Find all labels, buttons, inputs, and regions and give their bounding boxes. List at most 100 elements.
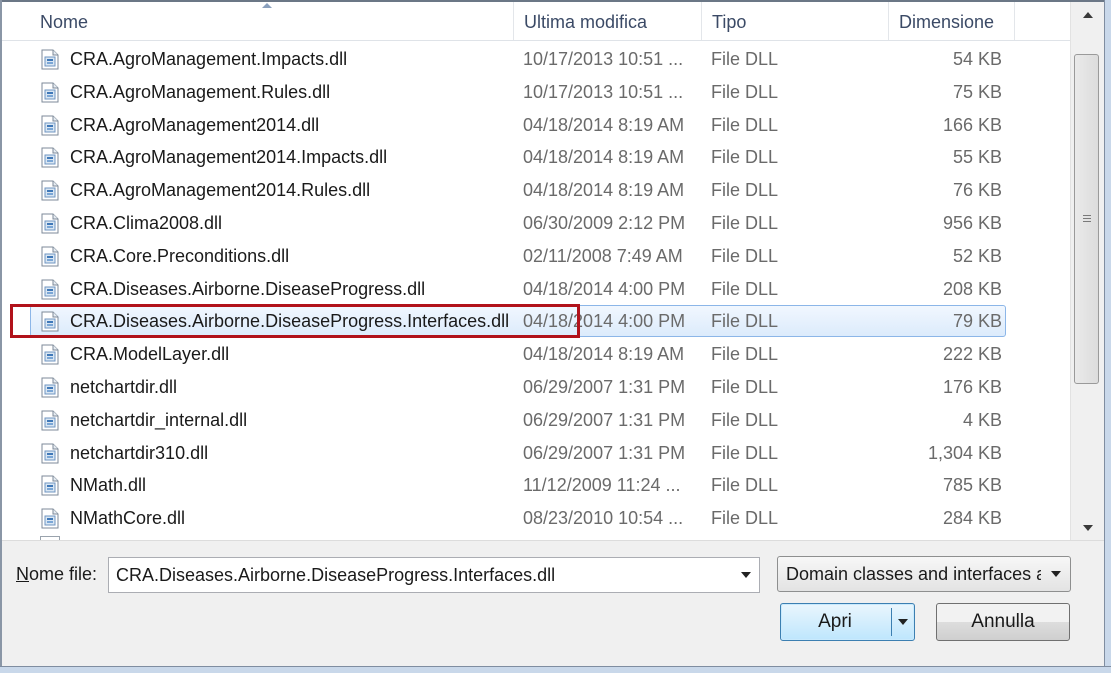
open-button[interactable]: Apri [780, 603, 915, 641]
file-size-cell: 284 KB [942, 508, 1002, 529]
dll-file-icon [41, 180, 59, 201]
column-header-modified-label: Ultima modifica [524, 12, 648, 32]
file-name-cell: CRA.AgroManagement2014.Rules.dll [70, 180, 371, 201]
modified-date-cell: 11/12/2009 11:24 ... [523, 475, 681, 496]
column-header-filler [1014, 2, 1070, 40]
file-size-cell: 55 KB [952, 147, 1002, 168]
file-type-cell: File DLL [711, 245, 779, 266]
file-size-cell: 76 KB [952, 180, 1002, 201]
arrow-up-icon [1083, 12, 1093, 18]
file-type-filter-select[interactable]: Domain classes and interfaces a [777, 556, 1071, 592]
column-header-type[interactable]: Tipo [701, 2, 888, 40]
open-button-label: Apri [818, 611, 852, 632]
file-type-cell: File DLL [711, 180, 779, 201]
scroll-down-button[interactable] [1071, 518, 1104, 540]
file-type-cell: File DLL [711, 278, 779, 299]
table-row[interactable]: CRA.AgroManagement2014.Impacts.dll 04/18/… [2, 141, 1070, 174]
table-row[interactable]: CRA.AgroManagement2014.Rules.dll 04/18/20… [2, 174, 1070, 207]
file-size-cell: 54 KB [952, 49, 1002, 69]
file-size-cell: 176 KB [942, 377, 1002, 397]
file-size-cell: 166 KB [942, 114, 1002, 135]
modified-date-cell: 06/29/2007 1:31 PM [523, 377, 686, 397]
table-row[interactable]: NMathCore.dll 08/23/2010 10:54 ... File DL… [2, 502, 1070, 535]
dll-file-icon [41, 377, 59, 398]
file-type-cell: File DLL [711, 508, 779, 529]
file-type-cell: File DLL [711, 442, 779, 463]
file-size-cell: 79 KB [952, 311, 1002, 332]
file-name-cell: CRA.Core.Preconditions.dll [70, 245, 290, 266]
chevron-down-icon[interactable] [741, 572, 751, 578]
file-type-cell: File DLL [711, 147, 779, 168]
table-row[interactable]: netchartdir310.dll 06/29/2007 1:31 PM File… [2, 437, 1070, 470]
table-row[interactable]: CRA.ModelLayer.dll 04/18/2014 8:19 AM File… [2, 338, 1070, 371]
file-name-cell: CRA.AgroManagement.Rules.dll [70, 81, 331, 102]
modified-date-cell: 06/30/2009 2:12 PM [523, 213, 686, 233]
table-row[interactable]: CRA.Clima2008.dll 06/30/2009 2:12 PM File … [2, 207, 1070, 240]
window-frame-right [1104, 0, 1111, 673]
file-name-cell: CRA.Diseases.Airborne.DiseaseProgress.dl… [70, 278, 426, 299]
sort-ascending-icon [262, 3, 272, 8]
modified-date-cell: 10/17/2013 10:51 ... [523, 81, 684, 102]
modified-date-cell: 02/11/2008 7:49 AM [523, 245, 683, 266]
column-header: Nome Ultima modifica Tipo Dimensione [2, 2, 1070, 41]
file-name-input[interactable]: CRA.Diseases.Airborne.DiseaseProgress.In… [108, 557, 760, 593]
modified-date-cell: 04/18/2014 8:19 AM [523, 114, 685, 135]
file-name-cell: CRA.AgroManagement2014.dll [70, 114, 320, 135]
column-header-size[interactable]: Dimensione [888, 2, 1014, 40]
table-row[interactable]: NMath.dll 11/12/2009 11:24 ... File DLL 785… [2, 469, 1070, 502]
scrollbar-thumb[interactable] [1074, 54, 1099, 384]
file-name-value: CRA.Diseases.Airborne.DiseaseProgress.In… [116, 565, 556, 585]
file-type-cell: File DLL [711, 114, 779, 135]
modified-date-cell: 10/17/2013 10:51 ... [523, 49, 684, 69]
vertical-scrollbar[interactable] [1070, 2, 1104, 540]
dialog-bottom-panel: Nome file: CRA.Diseases.Airborne.Disease… [2, 540, 1104, 666]
grip-line-icon [1083, 215, 1091, 216]
table-row[interactable]: CRA.Diseases.Airborne.DiseaseProgress.dl… [2, 273, 1070, 306]
table-row[interactable]: netchartdir_internal.dll 06/29/2007 1:31 … [2, 404, 1070, 437]
file-list[interactable]: Nome Ultima modifica Tipo Dimensione CRA… [2, 2, 1070, 540]
file-name-label-accesskey: N [16, 564, 29, 584]
file-size-cell: 208 KB [942, 278, 1002, 299]
open-options-dropdown[interactable] [892, 604, 914, 640]
file-type-cell: File DLL [711, 475, 779, 496]
file-size-cell: 4 KB [962, 409, 1002, 430]
dll-file-icon [41, 147, 59, 168]
cancel-button[interactable]: Annulla [936, 603, 1070, 641]
file-name-cell: netchartdir310.dll [70, 442, 209, 463]
file-name-cell: NMathCore.dll [70, 508, 186, 529]
arrow-down-icon [1083, 525, 1093, 531]
dll-file-icon [41, 213, 59, 234]
file-name-label: Nome file: [16, 564, 97, 585]
modified-date-cell: 04/18/2014 8:19 AM [523, 180, 685, 201]
modified-date-cell: 06/29/2007 1:31 PM [523, 442, 686, 463]
table-row[interactable]: netchartdir.dll 06/29/2007 1:31 PM File DL… [2, 371, 1070, 404]
file-type-cell: File DLL [711, 409, 779, 430]
file-name-cell: CRA.ModelLayer.dll [70, 344, 230, 365]
file-name-label-text: ome file: [29, 564, 98, 584]
column-header-modified[interactable]: Ultima modifica [513, 2, 701, 40]
modified-date-cell: 04/18/2014 8:19 AM [523, 344, 685, 365]
window-frame-bottom [0, 666, 1111, 673]
modified-date-cell: 04/18/2014 4:00 PM [523, 278, 686, 299]
file-type-filter-value: Domain classes and interfaces a [786, 564, 1041, 584]
file-name-cell: CRA.Clima2008.dll [70, 213, 223, 233]
scroll-up-button[interactable] [1071, 2, 1104, 24]
grip-line-icon [1083, 218, 1091, 219]
table-row[interactable]: CRA.AgroManagement2014.dll 04/18/2014 8:1… [2, 109, 1070, 142]
file-type-cell: File DLL [711, 311, 779, 332]
table-row[interactable]: CRA.AgroManagement.Rules.dll 10/17/2013 1… [2, 76, 1070, 109]
file-name-cell: netchartdir.dll [70, 377, 178, 397]
file-size-cell: 956 KB [942, 213, 1002, 233]
file-size-cell: 785 KB [942, 475, 1002, 496]
table-row[interactable]: CRA.Core.Preconditions.dll 02/11/2008 7:4… [2, 240, 1070, 273]
table-row[interactable]: CRA.AgroManagement.Impacts.dll 10/17/2013… [2, 43, 1070, 76]
file-type-cell: File DLL [711, 213, 779, 233]
dll-file-icon [41, 475, 59, 496]
dll-file-icon [41, 344, 59, 365]
dll-file-icon [41, 410, 59, 431]
chevron-down-icon [1051, 571, 1061, 577]
dll-file-icon [41, 279, 59, 300]
file-type-cell: File DLL [711, 344, 779, 365]
file-type-cell: File DLL [711, 377, 779, 397]
dll-file-icon [41, 115, 59, 136]
